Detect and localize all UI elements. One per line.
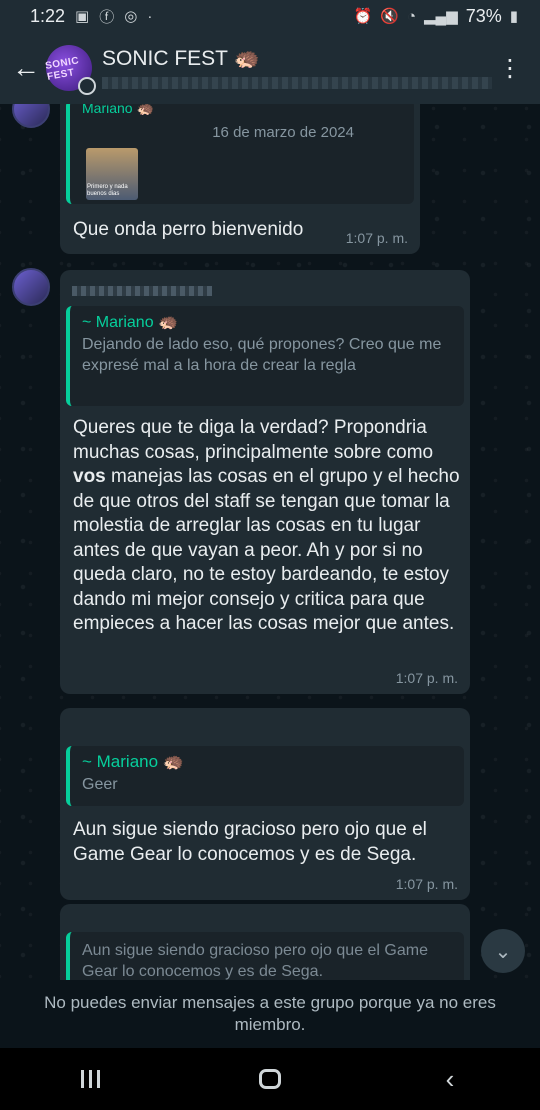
message-text: Queres que te diga la verdad? Propondria… [73,417,460,634]
home-button[interactable] [240,1069,300,1089]
community-icon [78,77,96,95]
battery-level: 73% [465,5,502,26]
dot-icon: · [147,7,153,25]
alarm-icon: ⏰ [353,8,373,25]
quoted-text: Geer [82,776,118,793]
quoted-author: ~ Mariano 🦔 [82,314,178,331]
nav-back-icon: ‹ [445,1063,455,1094]
double-chevron-down-icon: ⌄ [494,940,512,963]
group-name[interactable]: SONIC FEST 🦔 [102,47,492,71]
quoted-message[interactable]: ~ Mariano 🦔 Dejando de lado eso, qué pro… [66,306,464,406]
message-bubble[interactable]: ~ Mariano 🦔 Dejando de lado eso, qué pro… [60,270,470,694]
clock: 1:22 [30,5,66,26]
recent-apps-button[interactable] [60,1070,120,1088]
quoted-message[interactable]: Mariano 🦔 16 de marzo de 2024 Primero y … [66,104,414,204]
sender-avatar[interactable] [12,104,50,128]
recent-apps-icon [60,1070,120,1088]
nav-back-button[interactable]: ‹ [420,1064,480,1095]
sender-avatar[interactable] [12,268,50,306]
quoted-message[interactable]: ~ Mariano 🦔 Geer [66,746,464,806]
group-members-blurred [102,77,492,89]
message-time: 1:07 p. m. [345,230,408,246]
instagram-icon: ◎ [124,8,138,25]
facebook-icon: ⓕ [99,8,115,26]
sticker-thumbnail: Primero y nada buenos dias [86,148,138,200]
status-bar: 1:22 ▣ ⓕ ◎ · ⏰ 🔇 ◔ ▂▄▆ 73% ▮ [0,0,540,32]
battery-icon: ▮ [509,8,518,25]
message-bubble[interactable]: Aun sigue siendo gracioso pero ojo que e… [60,904,470,980]
system-nav-bar: ‹ [0,1048,540,1110]
message-time: 1:07 p. m. [395,670,458,686]
gallery-icon: ▣ [75,8,90,25]
mute-icon: 🔇 [380,8,399,25]
quoted-author: Mariano 🦔 [82,104,154,116]
signal-icon: ▂▄▆ [424,8,458,25]
message-bubble[interactable]: ~ Mariano 🦔 Geer Aun sigue siendo gracio… [60,708,470,900]
group-avatar[interactable]: SONIC FEST [44,45,96,95]
quoted-text: Dejando de lado eso, qué propones? Creo … [82,336,442,374]
quoted-message[interactable]: Aun sigue siendo gracioso pero ojo que e… [66,932,464,980]
message-list[interactable]: Mariano 🦔 16 de marzo de 2024 Primero y … [0,104,540,980]
message-text: Aun sigue siendo gracioso pero ojo que e… [73,819,427,865]
quoted-text: Aun sigue siendo gracioso pero ojo que e… [82,942,428,980]
sender-name-blurred [72,286,212,296]
chat-header: ← SONIC FEST SONIC FEST 🦔 ⋮ [0,32,540,104]
message-text: Que onda perro bienvenido [73,219,304,240]
message-bubble[interactable]: Mariano 🦔 16 de marzo de 2024 Primero y … [60,104,420,254]
message-time: 1:07 p. m. [395,876,458,892]
scroll-to-bottom-button[interactable]: ⌄ [481,929,525,973]
back-arrow-icon[interactable]: ← [6,52,46,84]
sticker-caption: Primero y nada buenos dias [87,184,128,197]
quoted-author: ~ Mariano 🦔 [82,752,184,771]
wifi-icon: ◔ [406,7,416,25]
more-options-icon[interactable]: ⋮ [498,54,522,83]
not-member-notice: No puedes enviar mensajes a este grupo p… [0,980,540,1048]
quoted-date: 16 de marzo de 2024 [212,124,354,141]
home-icon [259,1069,281,1089]
